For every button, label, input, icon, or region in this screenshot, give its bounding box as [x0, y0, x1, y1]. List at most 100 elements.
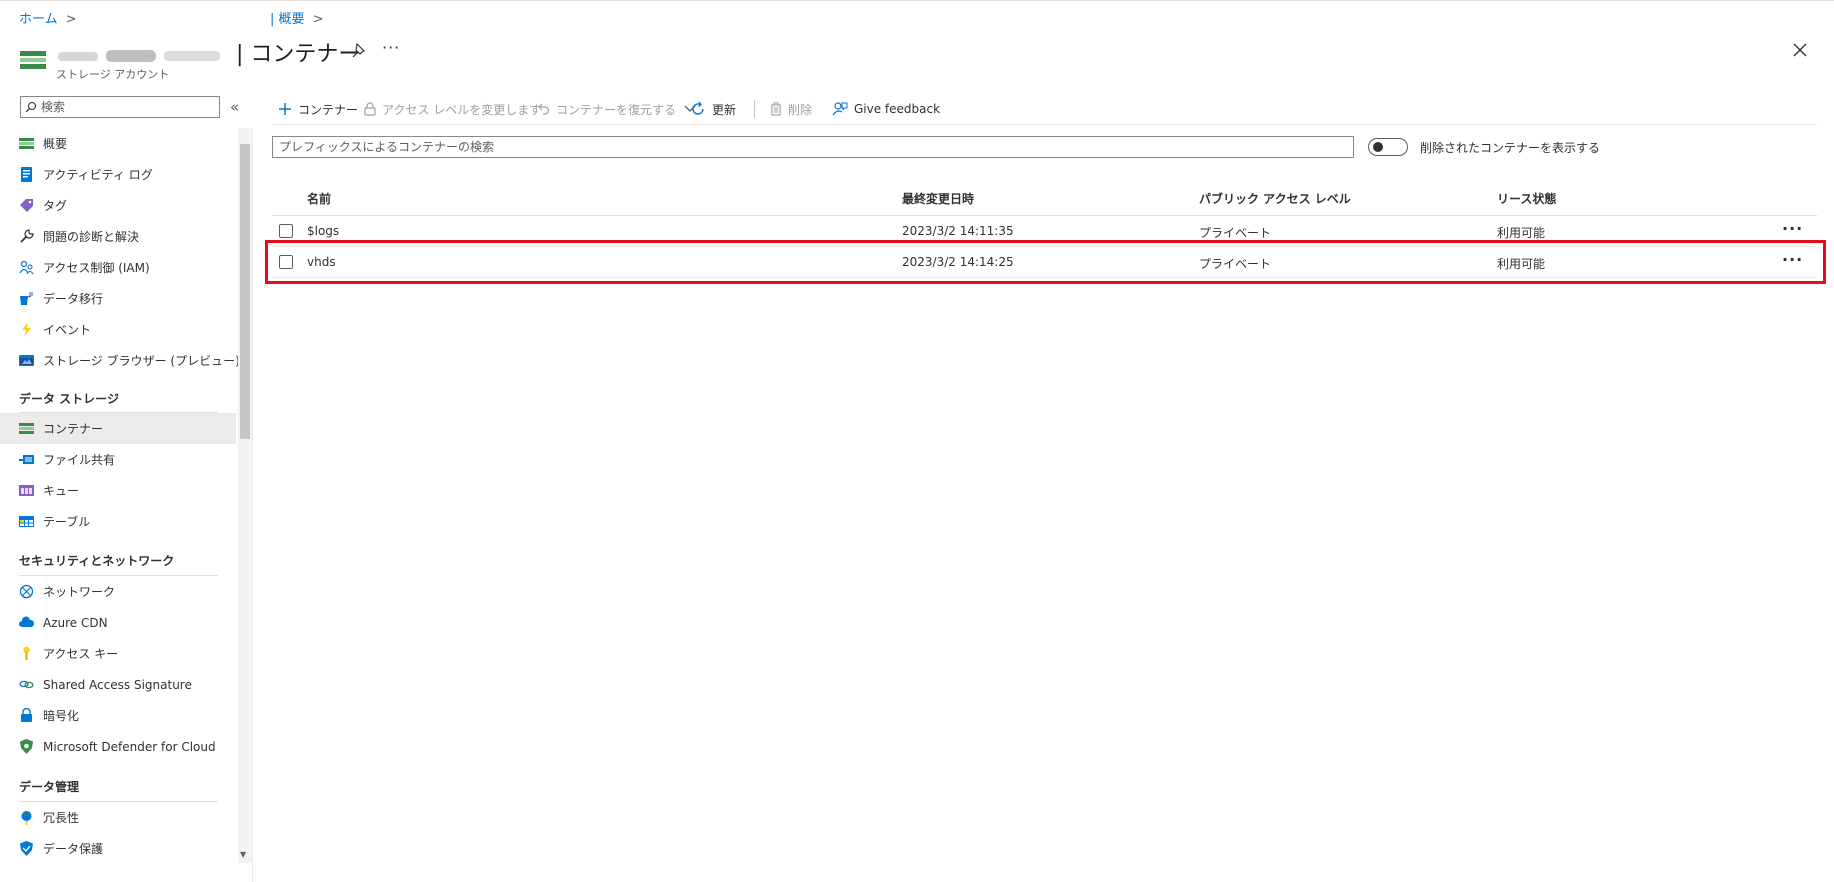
delete-button[interactable]: 削除 — [770, 96, 812, 122]
sidebar-item-file-shares[interactable]: ファイル共有 — [0, 444, 236, 475]
protection-shield-icon — [20, 841, 33, 856]
lease-state: 利用可能 — [1497, 226, 1546, 240]
overview-icon — [19, 138, 34, 149]
give-feedback-label: Give feedback — [854, 102, 941, 116]
refresh-button[interactable]: 更新 — [690, 96, 736, 122]
trash-icon — [771, 102, 781, 116]
top-border — [0, 0, 1834, 1]
toggle-knob — [1373, 142, 1383, 152]
sidebar-item-label: ネットワーク — [43, 585, 116, 599]
collapse-sidebar-icon[interactable]: « — [230, 98, 239, 116]
pin-icon[interactable] — [350, 42, 368, 60]
sidebar-item-encryption[interactable]: 暗号化 — [0, 700, 236, 731]
change-access-level-label: アクセス レベルを変更します — [382, 102, 542, 117]
sidebar-item-defender[interactable]: Microsoft Defender for Cloud — [0, 731, 236, 762]
tag-icon — [20, 199, 33, 212]
sidebar-item-iam[interactable]: アクセス制御 (IAM) — [0, 252, 236, 283]
add-container-button[interactable]: コンテナー — [278, 96, 358, 122]
section-heading-data-storage: データ ストレージ — [19, 392, 119, 406]
refresh-icon — [692, 101, 704, 115]
sidebar-item-label: アクティビティ ログ — [43, 168, 153, 182]
highlight-box — [265, 240, 1826, 284]
sidebar-divider — [252, 128, 253, 882]
lock-outline-icon — [364, 102, 376, 116]
show-deleted-containers-toggle[interactable] — [1368, 138, 1408, 156]
breadcrumb-home[interactable]: ホーム > — [19, 8, 77, 27]
sidebar-item-sas[interactable]: Shared Access Signature — [0, 669, 236, 700]
lightning-icon — [22, 322, 31, 337]
sidebar-search-input[interactable] — [41, 98, 211, 116]
sidebar-item-label: タグ — [43, 199, 68, 213]
storage-account-icon — [20, 49, 46, 71]
sidebar-item-label: Microsoft Defender for Cloud — [43, 739, 216, 754]
toolbar-separator — [754, 100, 755, 118]
sidebar-search-box[interactable] — [20, 96, 220, 118]
row-more-icon[interactable]: ··· — [1782, 219, 1803, 238]
sidebar-item-label: 冗長性 — [43, 811, 80, 825]
queue-icon — [19, 485, 34, 496]
sidebar-scrollbar-thumb[interactable] — [240, 144, 250, 439]
column-header-last-modified[interactable]: 最終変更日時 — [902, 190, 974, 207]
sidebar-item-containers[interactable]: コンテナー — [0, 413, 236, 444]
data-migration-icon — [20, 292, 33, 305]
restore-containers-button[interactable]: コンテナーを復元する — [536, 96, 696, 122]
page-title: | コンテナー — [236, 42, 361, 67]
breadcrumb-separator: > — [65, 12, 77, 27]
container-prefix-search[interactable] — [272, 136, 1354, 158]
change-access-level-button[interactable]: アクセス レベルを変更します — [364, 96, 541, 122]
sidebar-item-tables[interactable]: テーブル — [0, 506, 236, 537]
last-modified: 2023/3/2 14:11:35 — [902, 224, 1014, 238]
column-header-public-access[interactable]: パブリック アクセス レベル — [1199, 190, 1351, 207]
toolbar-divider — [272, 124, 1817, 125]
sidebar-item-network[interactable]: ネットワーク — [0, 576, 236, 607]
people-icon — [19, 260, 34, 275]
breadcrumb-separator: > — [312, 12, 324, 27]
more-actions-icon[interactable]: ··· — [382, 38, 400, 57]
link-icon — [19, 680, 34, 689]
sidebar-item-data-migration[interactable]: データ移行 — [0, 283, 236, 314]
container-prefix-search-input[interactable] — [279, 138, 1339, 156]
sidebar-item-tags[interactable]: タグ — [0, 190, 236, 221]
sidebar-item-events[interactable]: イベント — [0, 314, 236, 345]
breadcrumb-home-label[interactable]: ホーム — [19, 12, 58, 27]
refresh-label: 更新 — [712, 102, 737, 117]
row-checkbox[interactable] — [279, 224, 293, 238]
shield-icon — [20, 739, 33, 754]
sidebar-item-label: データ保護 — [43, 842, 104, 856]
sidebar-item-activity-log[interactable]: アクティビティ ログ — [0, 159, 236, 190]
container-name[interactable]: $logs — [307, 224, 339, 238]
give-feedback-button[interactable]: Give feedback — [832, 96, 940, 122]
sidebar-item-label: アクセス キー — [43, 647, 119, 661]
column-header-name[interactable]: 名前 — [307, 190, 331, 207]
undo-icon — [538, 103, 550, 115]
show-deleted-containers-label: 削除されたコンテナーを表示する — [1420, 141, 1601, 155]
wrench-icon — [20, 229, 34, 243]
storage-browser-icon — [19, 355, 34, 366]
sidebar-item-storage-browser[interactable]: ストレージ ブラウザー (プレビュー) — [0, 345, 240, 376]
sidebar-item-azure-cdn[interactable]: Azure CDN — [0, 607, 236, 638]
sidebar-item-data-protection[interactable]: データ保護 — [0, 833, 236, 864]
sidebar-item-diagnose[interactable]: 問題の診断と解決 — [0, 221, 236, 252]
restore-containers-label: コンテナーを復元する — [556, 102, 677, 117]
redacted-account-name — [58, 50, 220, 62]
delete-label: 削除 — [788, 102, 813, 117]
scroll-down-arrow-icon[interactable]: ▼ — [240, 850, 246, 859]
sidebar-item-label: 問題の診断と解決 — [43, 230, 140, 244]
column-header-lease-state[interactable]: リース状態 — [1497, 190, 1556, 207]
sidebar-item-label: テーブル — [43, 515, 91, 529]
breadcrumb-overview[interactable]: | 概要 > — [270, 8, 323, 27]
cloud-icon — [19, 616, 34, 627]
sidebar-item-overview[interactable]: 概要 — [0, 128, 236, 159]
globe-icon — [21, 811, 32, 825]
sidebar-item-label: ストレージ ブラウザー (プレビュー) — [43, 354, 240, 368]
close-icon[interactable] — [1790, 40, 1810, 60]
sidebar-item-access-keys[interactable]: アクセス キー — [0, 638, 236, 669]
activity-log-icon — [21, 167, 32, 182]
sidebar-item-label: イベント — [43, 323, 92, 337]
feedback-icon — [832, 102, 848, 116]
sidebar-item-queues[interactable]: キュー — [0, 475, 236, 506]
sidebar-item-redundancy[interactable]: 冗長性 — [0, 802, 236, 833]
breadcrumb-overview-label[interactable]: | 概要 — [270, 12, 305, 27]
network-icon — [19, 584, 34, 599]
page-subtitle: ストレージ アカウント — [56, 68, 170, 81]
